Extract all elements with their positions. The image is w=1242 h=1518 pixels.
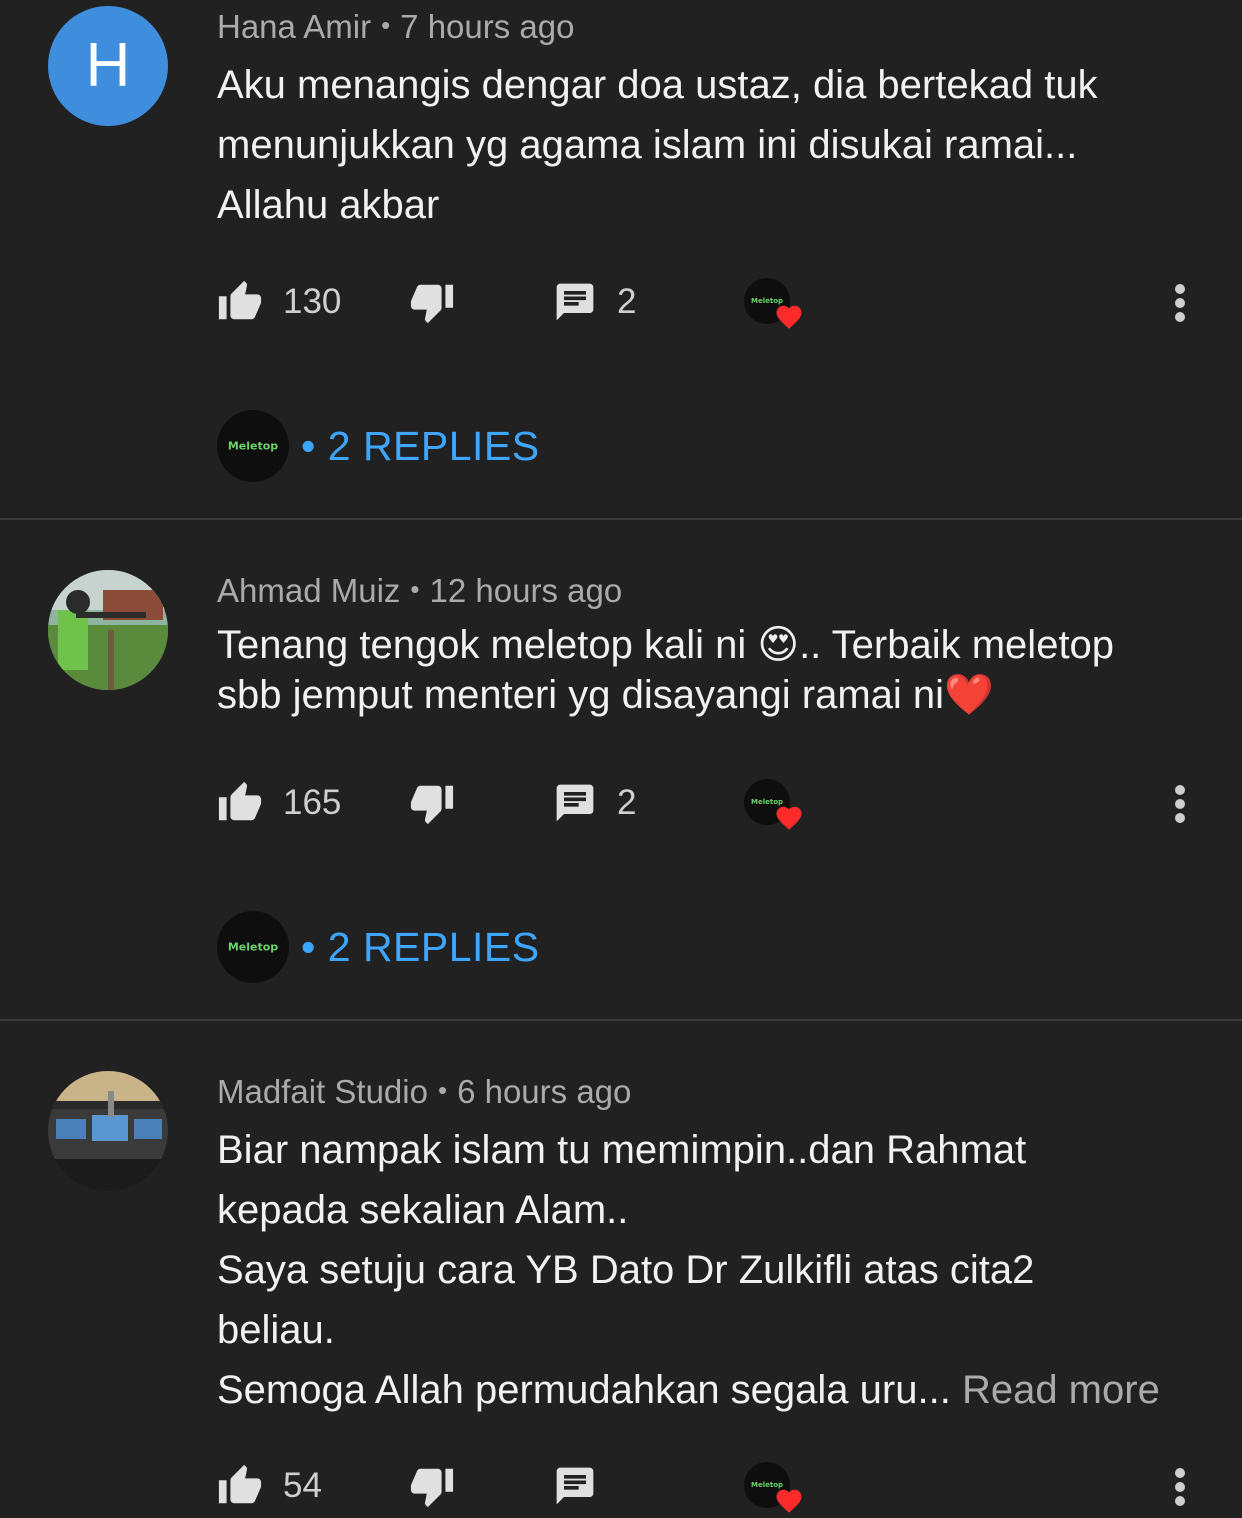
reply-author-avatar: Meletop [217, 410, 289, 482]
reply-count: 2 [617, 282, 637, 321]
comment-actions: 54 Meletop [217, 1456, 1217, 1516]
reply-count: 2 [617, 783, 637, 822]
more-options-icon[interactable] [1173, 773, 1187, 833]
read-more-link[interactable]: Read more [962, 1368, 1160, 1412]
comment-meta: Madfait Studio • 6 hours ago [217, 1073, 631, 1111]
divider [0, 1019, 1242, 1021]
view-replies-button[interactable]: Meletop • 2 REPLIES [217, 410, 540, 482]
more-options-icon[interactable] [1173, 272, 1187, 332]
comment-actions: 130 2 Meletop [217, 272, 1217, 332]
avatar[interactable] [48, 1071, 168, 1191]
comment-icon [556, 784, 594, 822]
creator-heart: Meletop [744, 1462, 802, 1513]
reply-button[interactable]: 2 [553, 773, 636, 833]
heart-icon [776, 305, 802, 329]
creator-heart: Meletop [744, 278, 802, 329]
comment-meta: Hana Amir • 7 hours ago [217, 8, 574, 46]
channel-logo: Meletop [217, 911, 289, 983]
more-options-icon[interactable] [1173, 1456, 1187, 1516]
author-name[interactable]: Ahmad Muiz [217, 572, 400, 609]
comment-meta: Ahmad Muiz • 12 hours ago [217, 572, 622, 610]
meta-separator: • [410, 574, 420, 604]
like-count: 130 [283, 282, 342, 321]
thumbs-up-icon [218, 1464, 262, 1504]
thumbs-up-icon [218, 280, 262, 320]
avatar-photo [48, 1071, 168, 1191]
reply-button[interactable]: 2 [553, 272, 636, 332]
channel-logo: Meletop [217, 410, 289, 482]
author-name[interactable]: Madfait Studio [217, 1073, 428, 1110]
thumbs-down-icon [410, 284, 454, 324]
heart-icon [776, 1489, 802, 1513]
dislike-button[interactable] [409, 773, 455, 833]
replies-label: • 2 REPLIES [301, 923, 540, 970]
replies-label: • 2 REPLIES [301, 422, 540, 469]
meta-separator: • [437, 1075, 448, 1105]
comment-text: Aku menangis dengar doa ustaz, dia berte… [217, 63, 1098, 227]
thumbs-down-icon [410, 785, 454, 825]
meta-separator: • [381, 10, 391, 40]
comment-time: 6 hours ago [457, 1073, 632, 1110]
thumbs-down-icon [410, 1468, 454, 1508]
avatar[interactable]: H [48, 6, 168, 126]
thumbs-up-icon [218, 781, 262, 821]
comment-actions: 165 2 Meletop [217, 773, 1217, 833]
divider [0, 518, 1242, 520]
like-button[interactable]: 54 [217, 1456, 322, 1516]
like-button[interactable]: 165 [217, 773, 341, 833]
comment-icon [556, 283, 594, 321]
like-count: 165 [283, 783, 342, 822]
reply-author-avatar: Meletop [217, 911, 289, 983]
heart-icon [776, 806, 802, 830]
red-heart-emoji: ❤️ [944, 672, 994, 718]
reply-button[interactable] [553, 1456, 597, 1516]
like-button[interactable]: 130 [217, 272, 341, 332]
comment-icon [556, 1467, 594, 1505]
dislike-button[interactable] [409, 272, 455, 332]
avatar-photo [48, 570, 168, 690]
comment-text: Tenang tengok meletop kali ni 😍.. Terbai… [217, 622, 1115, 718]
comment-time: 12 hours ago [429, 572, 623, 609]
creator-heart: Meletop [744, 779, 802, 830]
heart-eyes-emoji: 😍 [757, 622, 800, 668]
comment-text: Biar nampak islam tu memimpin..dan Rahma… [217, 1128, 1160, 1412]
avatar[interactable] [48, 570, 168, 690]
like-count: 54 [283, 1466, 322, 1505]
dislike-button[interactable] [409, 1456, 455, 1516]
view-replies-button[interactable]: Meletop • 2 REPLIES [217, 911, 540, 983]
comment-time: 7 hours ago [400, 8, 575, 45]
author-name[interactable]: Hana Amir [217, 8, 371, 45]
